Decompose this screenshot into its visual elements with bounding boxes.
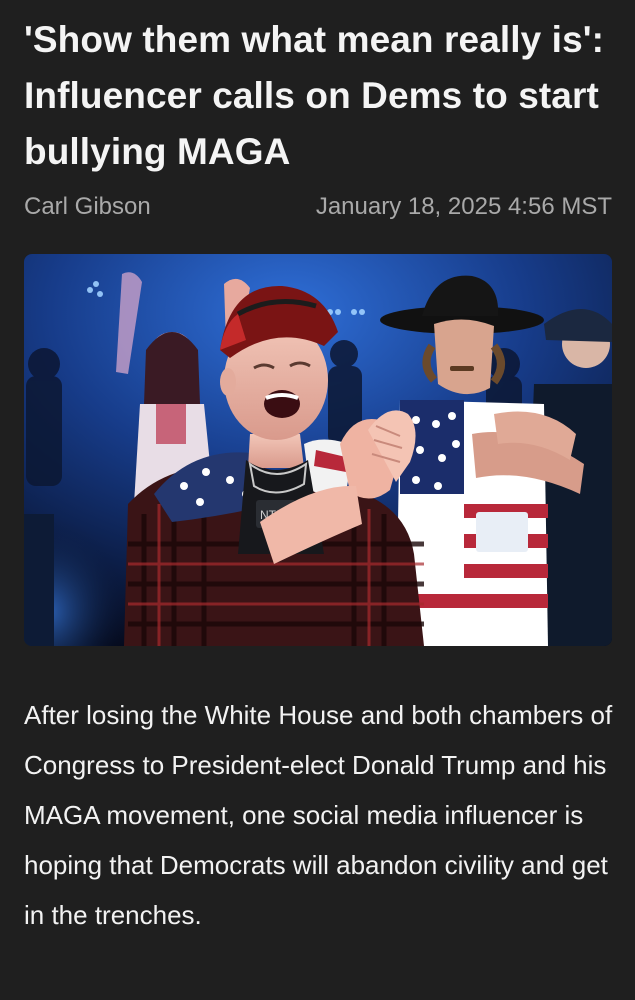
byline: Carl Gibson January 18, 2025 4:56 MST	[24, 192, 612, 222]
crowd-photo: NTI	[24, 254, 612, 646]
publish-date: January 18, 2025 4:56 MST	[315, 193, 612, 220]
article-body: After losing the White House and both ch…	[24, 700, 613, 930]
author-name[interactable]: Carl Gibson	[24, 192, 151, 222]
hero-image[interactable]: NTI	[24, 254, 612, 646]
article-headline: 'Show them what mean really is': Influen…	[24, 19, 605, 172]
article: 'Show them what mean really is': Influen…	[0, 0, 635, 1000]
